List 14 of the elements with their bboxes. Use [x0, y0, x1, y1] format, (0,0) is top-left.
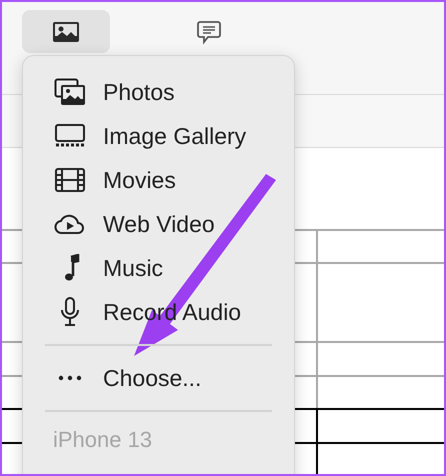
photos-icon — [54, 78, 86, 106]
menu-item[interactable]: Photos — [31, 70, 286, 114]
menu-item[interactable]: Music — [31, 246, 286, 290]
menu-item[interactable]: Image Gallery — [31, 114, 286, 158]
menu-item[interactable]: Web Video — [31, 202, 286, 246]
film-icon — [54, 167, 86, 193]
menu-item[interactable]: Movies — [31, 158, 286, 202]
image-icon — [52, 20, 80, 42]
cloud-play-icon — [54, 212, 86, 236]
section-header: iPhone 13 — [52, 426, 154, 454]
media-button[interactable] — [22, 10, 110, 53]
comment-icon — [196, 18, 222, 44]
menu-item[interactable]: Choose... — [31, 356, 286, 400]
gallery-icon — [54, 124, 86, 148]
